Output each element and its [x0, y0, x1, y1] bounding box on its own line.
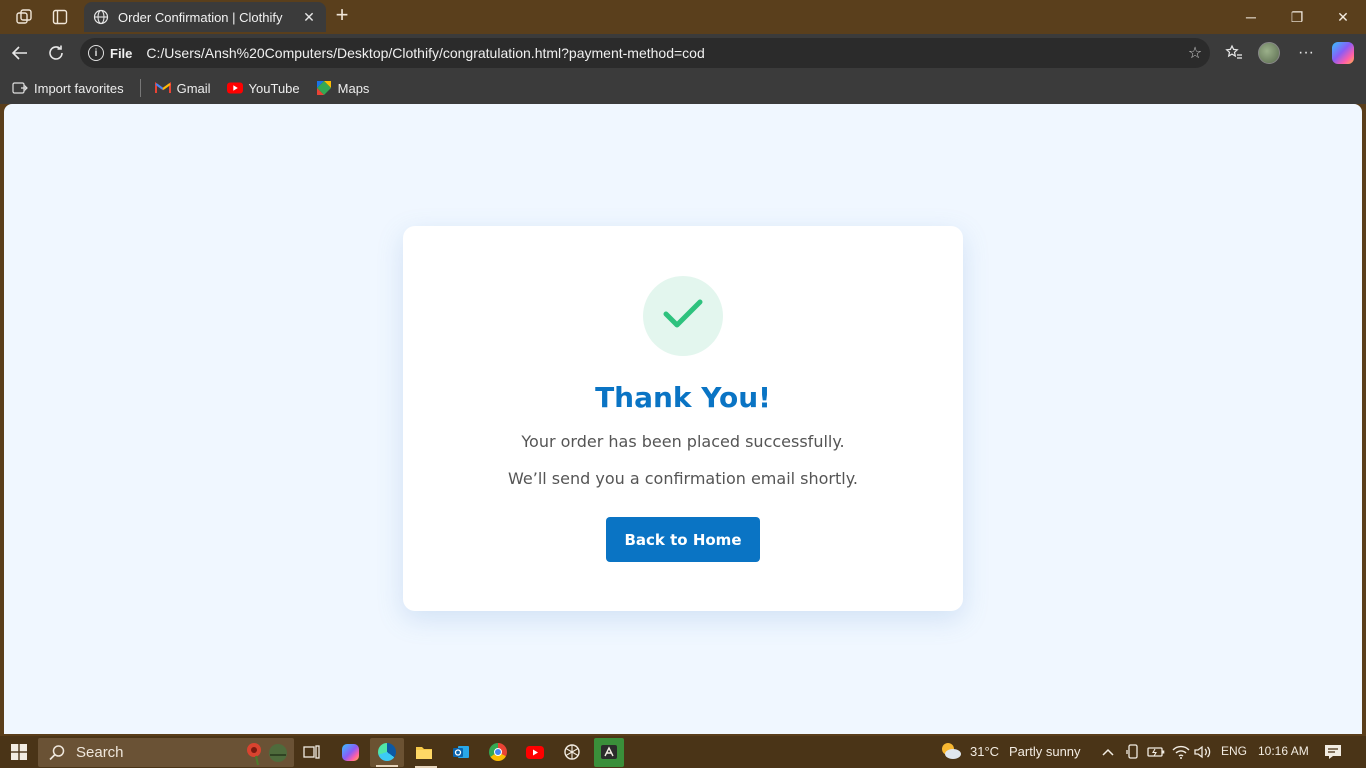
bookmark-label: Maps [337, 80, 370, 96]
volume-icon[interactable] [1192, 741, 1214, 763]
profile-avatar[interactable] [1258, 42, 1280, 64]
page-viewport: Thank You! Your order has been placed su… [4, 104, 1362, 734]
browser-toolbar: i File C:/Users/Ansh%20Computers/Desktop… [0, 34, 1366, 72]
address-bar[interactable]: i File C:/Users/Ansh%20Computers/Desktop… [80, 38, 1210, 68]
file-explorer-icon[interactable] [413, 741, 435, 763]
confirmation-email-message: We’ll send you a confirmation email shor… [508, 469, 858, 488]
windows-taskbar: Search 31°C Partly sunny ENG 10:16 AM [0, 736, 1366, 768]
taskbar-search[interactable]: Search [38, 738, 294, 767]
weather-temperature[interactable]: 31°C [970, 744, 999, 759]
gmail-icon [154, 81, 171, 95]
order-placed-message: Your order has been placed successfully. [521, 432, 845, 451]
thank-you-heading: Thank You! [595, 381, 771, 414]
search-placeholder: Search [76, 744, 124, 761]
task-view-icon[interactable] [301, 741, 323, 763]
close-window-button[interactable]: ✕ [1320, 0, 1366, 34]
url-text[interactable]: C:/Users/Ansh%20Computers/Desktop/Clothi… [146, 45, 1180, 61]
bookmark-label: Gmail [176, 80, 211, 96]
notifications-icon[interactable] [1322, 741, 1344, 763]
new-tab-button[interactable]: + [330, 4, 354, 28]
youtube-icon [226, 81, 243, 95]
info-icon[interactable]: i [88, 45, 104, 61]
clock-time[interactable]: 10:16 AM [1258, 744, 1309, 758]
maps-icon [316, 81, 332, 95]
wifi-icon[interactable] [1170, 741, 1192, 763]
chrome-icon[interactable] [487, 741, 509, 763]
bookmarks-bar: Import favorites Gmail YouTube Maps [0, 72, 1366, 104]
minimize-button[interactable]: ─ [1228, 0, 1274, 34]
bookmark-label: YouTube [248, 80, 300, 96]
weather-partly-sunny-icon[interactable] [938, 740, 964, 762]
bookmark-label: Import favorites [34, 80, 124, 96]
tab-order-confirmation[interactable]: Order Confirmation | Clothify ✕ [84, 2, 326, 32]
device-icon[interactable] [1122, 741, 1144, 763]
youtube-taskbar-icon[interactable] [524, 741, 546, 763]
language-indicator[interactable]: ENG [1221, 744, 1247, 758]
bookmark-divider [139, 79, 141, 97]
weather-description[interactable]: Partly sunny [1009, 744, 1081, 759]
windows-start-icon[interactable] [8, 741, 30, 763]
restore-button[interactable]: ❐ [1274, 0, 1320, 34]
android-studio-icon[interactable] [598, 741, 620, 763]
favorites-icon[interactable] [1222, 42, 1246, 64]
chevron-up-icon[interactable] [1097, 741, 1119, 763]
back-arrow-icon[interactable] [7, 41, 33, 65]
back-to-home-button[interactable]: Back to Home [606, 517, 760, 562]
confirmation-card: Thank You! Your order has been placed su… [403, 226, 963, 611]
bookmark-maps[interactable]: Maps [316, 80, 370, 96]
workspaces-icon[interactable] [13, 6, 35, 28]
bookmark-import-favorites[interactable]: Import favorites [12, 81, 124, 96]
tab-close-icon[interactable]: ✕ [300, 9, 318, 26]
success-badge [643, 276, 723, 356]
copilot-taskbar-icon[interactable] [339, 741, 361, 763]
bookmark-youtube[interactable]: YouTube [226, 80, 300, 96]
edge-browser-icon[interactable] [376, 741, 398, 763]
more-options-icon[interactable]: ··· [1294, 42, 1318, 64]
tab-actions-icon[interactable] [49, 6, 71, 28]
battery-icon[interactable] [1145, 741, 1167, 763]
checkmark-icon [663, 298, 703, 335]
favorite-star-icon[interactable]: ☆ [1180, 43, 1210, 63]
chatgpt-icon[interactable] [561, 741, 583, 763]
search-highlight-icon [240, 741, 290, 768]
bookmark-gmail[interactable]: Gmail [154, 80, 211, 96]
scheme-label: File [110, 45, 133, 61]
import-icon [12, 81, 28, 95]
tab-title: Order Confirmation | Clothify [118, 9, 283, 25]
copilot-icon[interactable] [1332, 42, 1354, 64]
browser-title-bar: Order Confirmation | Clothify ✕ + ─ ❐ ✕ [0, 0, 1366, 34]
refresh-icon[interactable] [43, 41, 69, 65]
search-icon [49, 744, 65, 760]
outlook-icon[interactable] [450, 741, 472, 763]
globe-icon [92, 8, 110, 26]
